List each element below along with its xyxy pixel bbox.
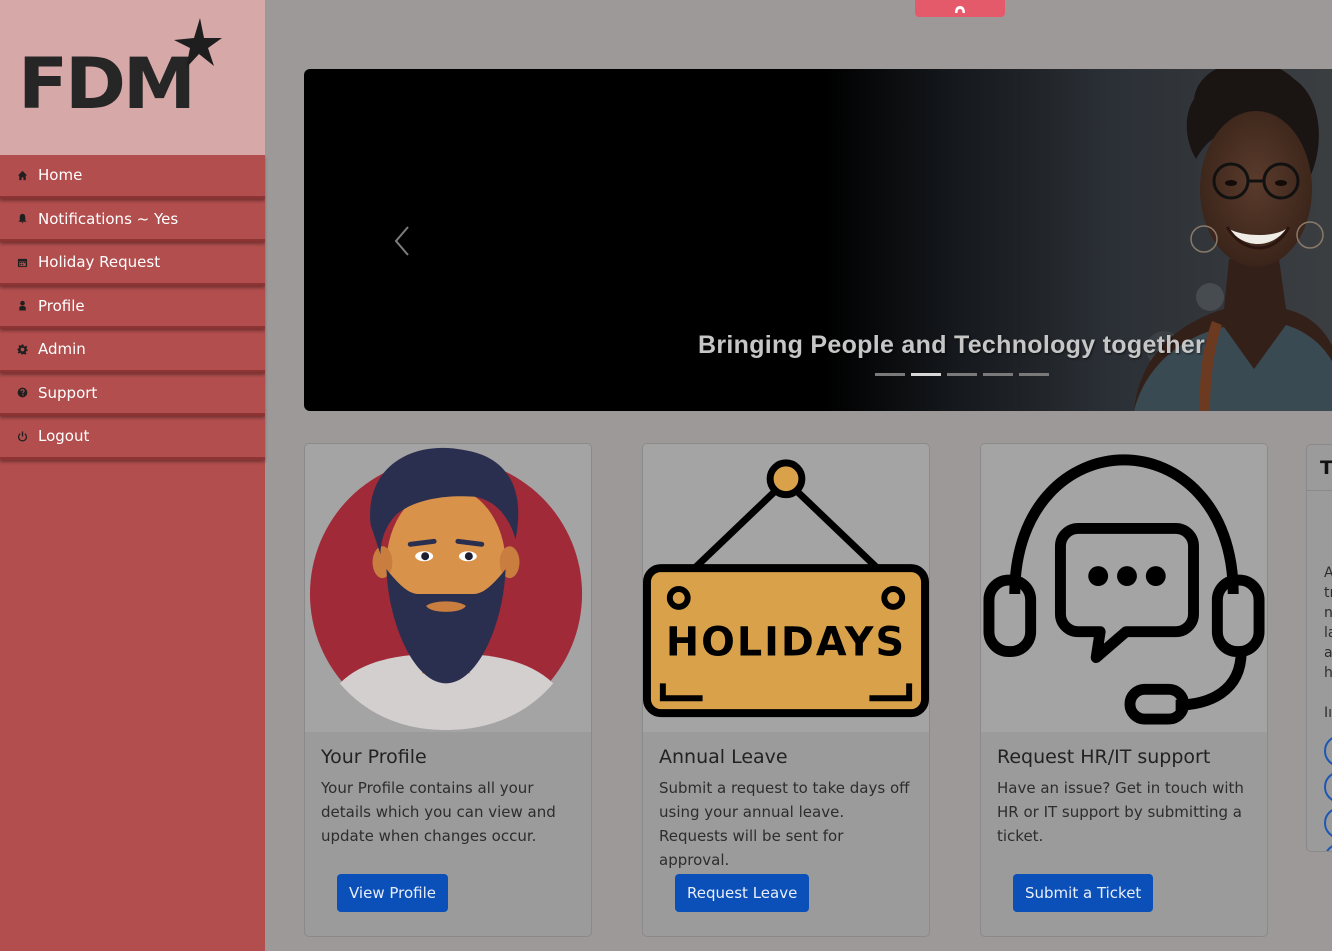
card-title: Request HR/IT support [997,746,1211,768]
text-line: h [1324,665,1332,681]
card-title: Your Profile [321,746,427,768]
support-card: Request HR/IT support Have an issue? Get… [980,443,1268,937]
side-panel-card: T A tı n la a h Iı [1306,444,1332,852]
card-title: Annual Leave [659,746,788,768]
bearded-man-avatar-icon [309,447,583,731]
sidebar-item-label: Home [38,166,83,185]
card-image [305,444,591,732]
carousel-caption: Bringing People and Technology together [698,331,1206,359]
text-line: A [1324,563,1332,583]
calendar-icon [16,256,28,268]
star-icon [174,18,222,68]
sidebar-item-holiday-request[interactable]: Holiday Request [0,242,265,286]
card-image [981,444,1267,732]
sidebar: FDM Home Notifications ~ Yes Holiday Req… [0,0,265,951]
user-icon [16,300,28,312]
card-text: Have an issue? Get in touch with HR or I… [997,779,1244,845]
chevron-up-icon [955,5,965,13]
collapse-handle[interactable] [915,0,1005,17]
carousel-indicator-5[interactable] [1019,373,1049,376]
request-leave-button[interactable]: Request Leave [675,874,810,912]
sidebar-item-label: Admin [38,340,86,359]
card-image: HOLIDAYS [643,444,929,732]
chevron-left-icon[interactable] [392,224,412,258]
holidays-sign-icon: HOLIDAYS [643,459,929,718]
carousel-indicators [875,373,1049,376]
submit-ticket-button[interactable]: Submit a Ticket [1013,874,1154,912]
question-icon [16,387,28,399]
sidebar-item-home[interactable]: Home [0,155,265,199]
holidays-sign-text: HOLIDAYS [666,620,906,666]
sidebar-item-label: Profile [38,296,85,315]
sidebar-item-admin[interactable]: Admin [0,329,265,373]
hero-carousel: Bringing People and Technology together [304,69,1332,411]
logo-area: FDM [0,0,265,155]
carousel-indicator-4[interactable] [983,373,1013,376]
home-icon [16,169,28,181]
gear-icon [16,343,28,355]
sidebar-item-label: Notifications ~ Yes [38,209,179,228]
carousel-indicator-3[interactable] [947,373,977,376]
annual-leave-card: HOLIDAYS Annual Leave Submit a request t… [642,443,930,937]
text-line: Iı [1324,705,1332,721]
text-line: a [1324,645,1332,661]
text-line: n [1324,605,1332,621]
sidebar-item-support[interactable]: Support [0,373,265,416]
bell-icon [16,213,28,225]
profile-card: Your Profile Your Profile contains all y… [304,443,592,937]
sidebar-item-label: Holiday Request [38,253,161,272]
sidebar-nav: Home Notifications ~ Yes Holiday Request… [0,155,265,460]
card-text: Submit a request to take days off using … [659,779,910,869]
side-card-title: T [1307,445,1332,491]
radio-option[interactable] [1324,843,1332,851]
sidebar-item-profile[interactable]: Profile [0,286,265,329]
card-text: Your Profile contains all your details w… [321,779,556,845]
side-card-text: A tı n la a h Iı [1307,491,1332,723]
sidebar-item-label: Support [38,383,98,402]
headset-chat-icon [983,454,1265,725]
carousel-indicator-1[interactable] [875,373,905,376]
sidebar-item-label: Logout [38,427,90,446]
view-profile-button[interactable]: View Profile [337,874,449,912]
text-line: la [1324,625,1332,641]
text-line: tı [1324,585,1332,601]
carousel-indicator-2[interactable] [911,373,941,376]
radio-option[interactable] [1324,771,1332,803]
sidebar-item-notifications[interactable]: Notifications ~ Yes [0,199,265,242]
radio-option[interactable] [1324,807,1332,839]
sidebar-item-logout[interactable]: Logout [0,416,265,460]
power-icon [16,430,28,442]
radio-option[interactable] [1324,735,1332,767]
